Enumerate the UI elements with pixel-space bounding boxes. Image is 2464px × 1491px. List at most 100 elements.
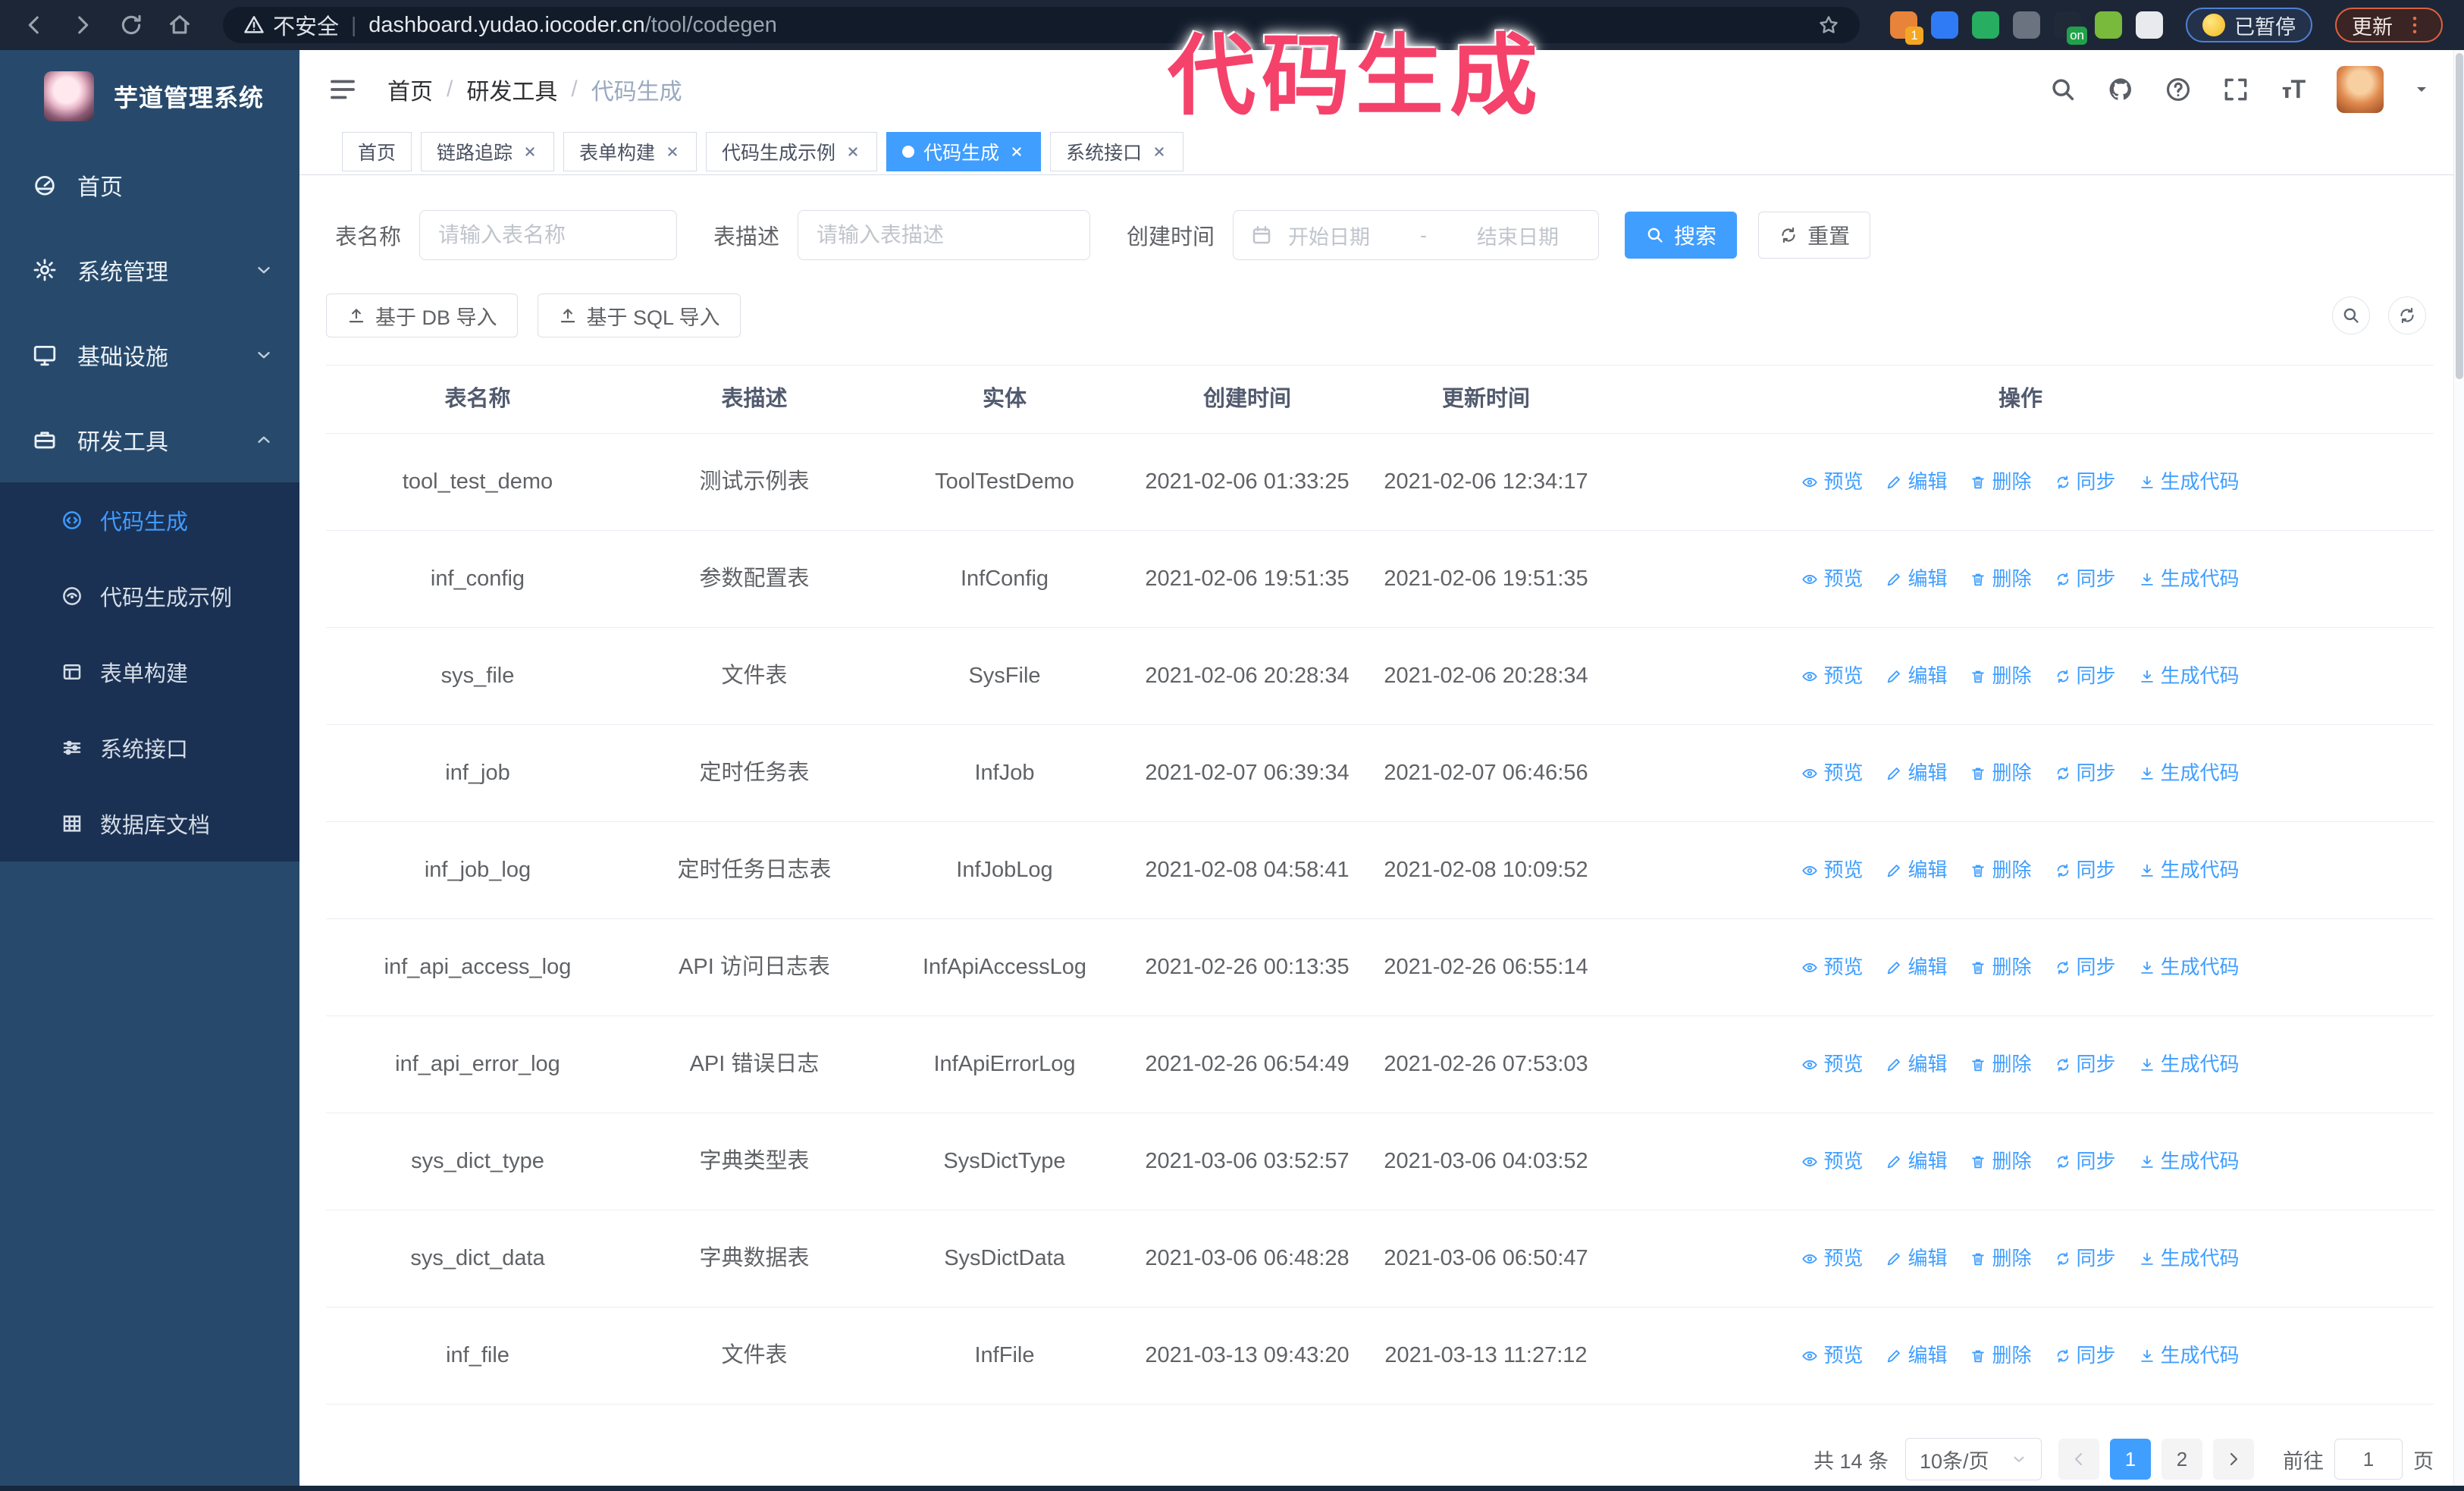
row-action-link[interactable]: 编辑: [1886, 855, 1947, 885]
next-page-button[interactable]: [2213, 1439, 2254, 1480]
row-action-link[interactable]: 删除: [1970, 564, 2032, 594]
sidebar-menu-item[interactable]: 研发工具: [0, 397, 299, 482]
row-action-link[interactable]: 生成代码: [2139, 661, 2240, 691]
row-action-link[interactable]: 编辑: [1886, 1341, 1947, 1370]
reload-icon[interactable]: [118, 12, 144, 38]
app-logo[interactable]: 芋道管理系统: [0, 50, 299, 143]
row-action-link[interactable]: 同步: [2055, 1147, 2116, 1176]
table-name-input[interactable]: [419, 210, 678, 260]
update-button[interactable]: 更新: [2335, 8, 2443, 42]
row-action-link[interactable]: 删除: [1970, 467, 2032, 497]
row-action-link[interactable]: 生成代码: [2139, 564, 2240, 594]
row-action-link[interactable]: 预览: [1801, 467, 1863, 497]
row-action-link[interactable]: 删除: [1970, 953, 2032, 982]
user-menu-caret-icon[interactable]: [2412, 80, 2431, 99]
tab-close-icon[interactable]: [1008, 143, 1025, 160]
sidebar-submenu-item[interactable]: 数据库文档: [0, 786, 299, 862]
sidebar-menu-item[interactable]: 基础设施: [0, 312, 299, 397]
row-action-link[interactable]: 生成代码: [2139, 855, 2240, 885]
view-tab[interactable]: 链路追踪: [421, 131, 555, 171]
sidebar-submenu-item[interactable]: 表单构建: [0, 634, 299, 710]
extension-icon[interactable]: [2095, 11, 2122, 39]
row-action-link[interactable]: 编辑: [1886, 1050, 1947, 1079]
row-action-link[interactable]: 删除: [1970, 1050, 2032, 1079]
row-action-link[interactable]: 删除: [1970, 855, 2032, 885]
row-action-link[interactable]: 预览: [1801, 953, 1863, 982]
row-action-link[interactable]: 生成代码: [2139, 1341, 2240, 1370]
view-tab[interactable]: 代码生成: [886, 131, 1042, 171]
view-tab[interactable]: 系统接口: [1050, 131, 1184, 171]
paused-badge[interactable]: 已暂停: [2186, 8, 2312, 42]
row-action-link[interactable]: 生成代码: [2139, 758, 2240, 788]
refresh-table-button[interactable]: [2388, 297, 2426, 334]
search-icon[interactable]: [2049, 75, 2077, 104]
tab-close-icon[interactable]: [522, 143, 538, 160]
row-action-link[interactable]: 删除: [1970, 1147, 2032, 1176]
help-icon[interactable]: [2164, 75, 2193, 104]
back-icon[interactable]: [21, 12, 47, 38]
page-number-button[interactable]: 1: [2110, 1439, 2151, 1480]
row-action-link[interactable]: 预览: [1801, 1147, 1863, 1176]
view-tab[interactable]: 首页: [342, 131, 412, 171]
forward-icon[interactable]: [70, 12, 96, 38]
fullscreen-icon[interactable]: [2221, 75, 2250, 104]
row-action-link[interactable]: 同步: [2055, 855, 2116, 885]
tab-close-icon[interactable]: [1151, 143, 1168, 160]
row-action-link[interactable]: 编辑: [1886, 1147, 1947, 1176]
import-db-button[interactable]: 基于 DB 导入: [326, 293, 518, 337]
toggle-search-button[interactable]: [2332, 297, 2370, 334]
breadcrumb-tools[interactable]: 研发工具: [466, 73, 557, 106]
sidebar-submenu-item[interactable]: 代码生成示例: [0, 558, 299, 634]
row-action-link[interactable]: 生成代码: [2139, 1050, 2240, 1079]
table-desc-input[interactable]: [798, 210, 1091, 260]
view-tab[interactable]: 代码生成示例: [706, 131, 878, 171]
hamburger-icon[interactable]: [327, 74, 359, 105]
user-avatar[interactable]: [2337, 65, 2384, 113]
row-action-link[interactable]: 预览: [1801, 758, 1863, 788]
page-scrollbar[interactable]: [2453, 50, 2464, 1491]
row-action-link[interactable]: 删除: [1970, 1244, 2032, 1273]
row-action-link[interactable]: 删除: [1970, 758, 2032, 788]
breadcrumb-home[interactable]: 首页: [387, 73, 433, 106]
scrollbar-thumb[interactable]: [2456, 53, 2463, 379]
view-tab[interactable]: 表单构建: [563, 131, 698, 171]
row-action-link[interactable]: 编辑: [1886, 661, 1947, 691]
extension-icon[interactable]: [1972, 11, 1999, 39]
fontsize-icon[interactable]: [2279, 75, 2308, 104]
row-action-link[interactable]: 删除: [1970, 1341, 2032, 1370]
row-action-link[interactable]: 生成代码: [2139, 1244, 2240, 1273]
row-action-link[interactable]: 编辑: [1886, 564, 1947, 594]
security-chip[interactable]: 不安全: [243, 9, 339, 41]
row-action-link[interactable]: 预览: [1801, 855, 1863, 885]
row-action-link[interactable]: 删除: [1970, 661, 2032, 691]
row-action-link[interactable]: 预览: [1801, 1050, 1863, 1079]
row-action-link[interactable]: 编辑: [1886, 953, 1947, 982]
row-action-link[interactable]: 生成代码: [2139, 1147, 2240, 1176]
extension-icon[interactable]: [1931, 11, 1958, 39]
sidebar-menu-item[interactable]: 首页: [0, 143, 299, 228]
page-number-button[interactable]: 2: [2161, 1439, 2202, 1480]
row-action-link[interactable]: 同步: [2055, 661, 2116, 691]
sidebar-menu-item[interactable]: 系统管理: [0, 228, 299, 312]
extension-icon[interactable]: [2136, 11, 2163, 39]
page-size-select[interactable]: 10条/页: [1905, 1438, 2042, 1480]
home-icon[interactable]: [167, 12, 193, 38]
row-action-link[interactable]: 预览: [1801, 1244, 1863, 1273]
extension-icon[interactable]: 1: [1890, 11, 1923, 45]
row-action-link[interactable]: 预览: [1801, 1341, 1863, 1370]
import-sql-button[interactable]: 基于 SQL 导入: [537, 293, 741, 337]
row-action-link[interactable]: 同步: [2055, 1050, 2116, 1079]
extension-icon[interactable]: [2013, 11, 2040, 39]
reset-button[interactable]: 重置: [1758, 212, 1871, 259]
sidebar-submenu-item[interactable]: 代码生成: [0, 482, 299, 558]
prev-page-button[interactable]: [2058, 1439, 2099, 1480]
sidebar-submenu-item[interactable]: 系统接口: [0, 710, 299, 786]
date-range-picker[interactable]: 开始日期 - 结束日期: [1233, 210, 1600, 260]
row-action-link[interactable]: 生成代码: [2139, 953, 2240, 982]
row-action-link[interactable]: 同步: [2055, 1244, 2116, 1273]
row-action-link[interactable]: 同步: [2055, 467, 2116, 497]
github-icon[interactable]: [2106, 75, 2135, 104]
extension-icon[interactable]: on: [2054, 11, 2087, 45]
browser-menu-icon[interactable]: [2403, 14, 2426, 36]
row-action-link[interactable]: 生成代码: [2139, 467, 2240, 497]
